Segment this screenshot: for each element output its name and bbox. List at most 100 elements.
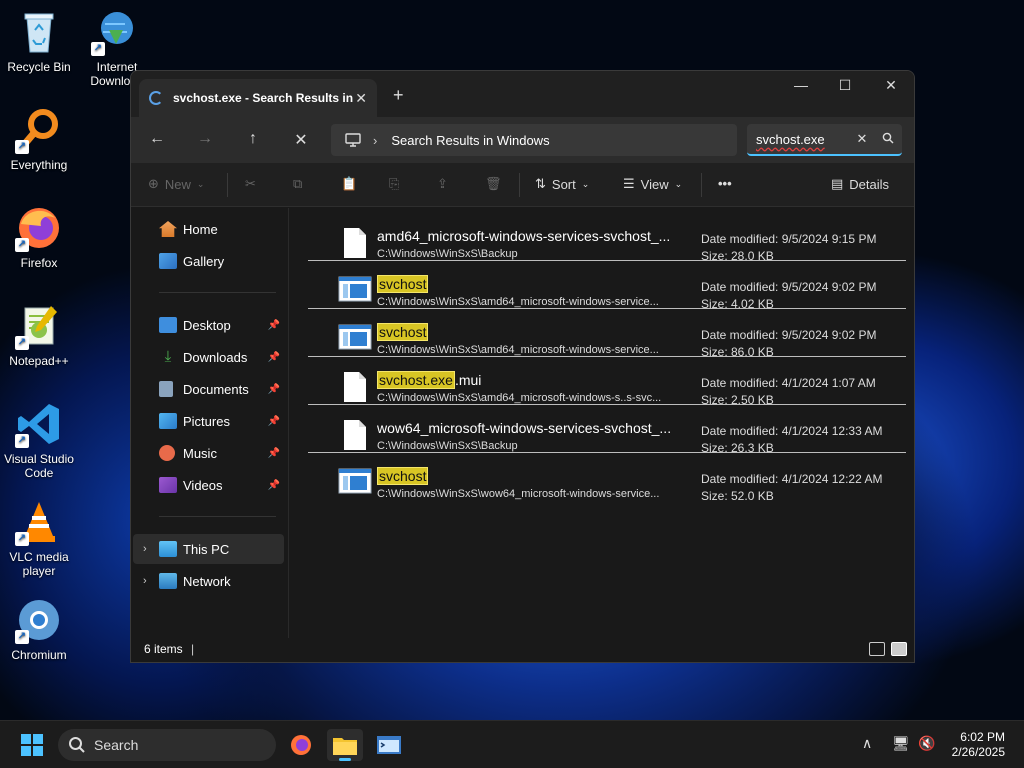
chevron-right-icon[interactable]: › [143, 543, 159, 555]
sidebar-item-network[interactable]: › Network [133, 566, 284, 596]
cut-button[interactable]: ✂ [245, 176, 256, 192]
desktop-icon-recycle-bin[interactable]: Recycle Bin [0, 8, 78, 74]
sidebar-item-downloads[interactable]: ⤓ Downloads 📌 [133, 342, 284, 372]
show-hidden-icons-button[interactable]: ∧ [862, 735, 872, 752]
forward-button[interactable]: → [193, 130, 217, 148]
tiles-view-icon[interactable] [891, 642, 907, 656]
result-name: svchost.exe .mui [377, 371, 482, 389]
search-icon[interactable] [874, 132, 902, 147]
everything-search-icon: ↗ [15, 106, 63, 154]
search-results-list: amd64_microsoft-windows-services-svchost… [290, 208, 914, 638]
view-button[interactable]: ☰ View ⌄ [623, 176, 682, 192]
sidebar-item-home[interactable]: Home [133, 214, 284, 244]
network-status-icon[interactable]: 🖥 [892, 735, 910, 752]
clear-search-icon[interactable]: ✕ [850, 131, 874, 147]
desktop-icon-chromium[interactable]: ↗ Chromium [0, 596, 78, 662]
result-date-modified: Date modified: 4/1/2024 1:07 AM [701, 376, 876, 390]
system-clock[interactable]: 6:02 PM 2/26/2025 [952, 730, 1005, 760]
chevron-down-icon: ⌄ [674, 178, 683, 189]
shortcut-arrow-icon: ↗ [15, 434, 29, 448]
result-name-suffix: .mui [454, 372, 482, 388]
executable-file-icon [338, 276, 372, 306]
start-button[interactable] [14, 729, 50, 761]
details-label: Details [849, 176, 890, 192]
firefox-icon: ↗ [15, 204, 63, 252]
pin-icon[interactable]: 📌 [268, 416, 280, 427]
gallery-icon [159, 253, 177, 269]
taskbar-search[interactable]: Search [58, 729, 276, 761]
search-input[interactable]: svchost.exe ✕ [747, 124, 902, 156]
sidebar-item-music[interactable]: Music 📌 [133, 438, 284, 468]
rename-button[interactable]: ⎘ [389, 176, 399, 192]
desktop-icon-vlc[interactable]: ↗ VLC media player [0, 498, 78, 578]
videos-icon [159, 477, 177, 493]
details-view-icon[interactable] [869, 642, 885, 656]
command-bar: ⊕ New ⌄ ✂ ⧉ 📋 ⎘ ⇪ 🗑 ⇅ Sort ⌄ ☰ View ⌄ ••… [131, 163, 914, 207]
new-button[interactable]: ⊕ New ⌄ [148, 176, 204, 192]
sidebar-item-label: Network [183, 573, 231, 589]
delete-button[interactable]: 🗑 [485, 176, 502, 192]
tab-close-icon[interactable]: ✕ [355, 90, 367, 107]
shortcut-arrow-icon: ↗ [15, 238, 29, 252]
sidebar-item-pictures[interactable]: Pictures 📌 [133, 406, 284, 436]
sidebar-item-label: Documents [183, 381, 249, 397]
result-name-text: amd64_microsoft-windows-services-svchost… [377, 228, 671, 244]
shortcut-arrow-icon: ↗ [15, 532, 29, 546]
vlc-icon: ↗ [15, 498, 63, 546]
taskbar-firefox[interactable] [283, 729, 319, 761]
pin-icon[interactable]: 📌 [268, 480, 280, 491]
desktop-icon-everything[interactable]: ↗ Everything [0, 106, 78, 172]
desktop-icon-label: Firefox [20, 256, 58, 270]
chevron-right-icon: › [373, 132, 378, 148]
search-value: svchost.exe [756, 131, 825, 147]
share-button[interactable]: ⇪ [437, 176, 448, 192]
result-row[interactable]: svchost C:\Windows\WinSxS\amd64_microsoft… [308, 312, 906, 360]
result-row[interactable]: svchost.exe .mui C:\Windows\WinSxS\amd64_m… [308, 360, 906, 408]
sidebar-item-desktop[interactable]: Desktop 📌 [133, 310, 284, 340]
back-button[interactable]: ← [145, 130, 169, 148]
pin-icon[interactable]: 📌 [268, 352, 280, 363]
maximize-button[interactable]: ☐ [825, 77, 865, 94]
sort-button[interactable]: ⇅ Sort ⌄ [535, 176, 589, 192]
details-pane-button[interactable]: ▤ Details [831, 176, 889, 192]
internet-download-manager-icon: ↗ [91, 8, 139, 56]
taskbar-file-explorer[interactable] [327, 729, 363, 761]
pin-icon[interactable]: 📌 [268, 320, 280, 331]
more-options-button[interactable]: ••• [718, 176, 732, 191]
explorer-tab[interactable]: svchost.exe - Search Results in ✕ [139, 79, 377, 117]
volume-muted-icon[interactable]: 🔇 [918, 735, 935, 752]
result-date-modified: Date modified: 4/1/2024 12:33 AM [701, 424, 883, 438]
new-tab-button[interactable]: + [393, 85, 404, 106]
sidebar-divider [159, 292, 276, 293]
view-list-icon: ☰ [623, 176, 635, 191]
tab-title: svchost.exe - Search Results in [173, 91, 354, 105]
result-row[interactable]: svchost C:\Windows\WinSxS\amd64_microsoft… [308, 264, 906, 312]
result-name: wow64_microsoft-windows-services-svchost… [377, 420, 671, 436]
sidebar-item-gallery[interactable]: Gallery [133, 246, 284, 276]
result-name-text: wow64_microsoft-windows-services-svchost… [377, 420, 672, 436]
close-window-button[interactable]: ✕ [871, 77, 911, 94]
desktop-icon-vscode[interactable]: ↗ Visual Studio Code [0, 400, 78, 480]
pin-icon[interactable]: 📌 [268, 448, 280, 459]
desktop-icon-firefox[interactable]: ↗ Firefox [0, 204, 78, 270]
result-row[interactable]: svchost C:\Windows\WinSxS\wow64_microsoft… [308, 456, 906, 504]
chevron-right-icon[interactable]: › [143, 575, 159, 587]
terminal-icon [377, 736, 401, 754]
taskbar-terminal[interactable] [371, 729, 407, 761]
paste-button[interactable]: 📋 [341, 176, 357, 192]
result-row[interactable]: amd64_microsoft-windows-services-svchost… [308, 216, 906, 264]
result-row[interactable]: wow64_microsoft-windows-services-svchost… [308, 408, 906, 456]
sidebar-item-this-pc[interactable]: › This PC [133, 534, 284, 564]
minimize-button[interactable]: — [781, 77, 821, 93]
result-path: C:\Windows\WinSxS\amd64_microsoft-window… [377, 296, 659, 308]
desktop-icon-notepad-plus-plus[interactable]: ↗ Notepad++ [0, 302, 78, 368]
copy-button[interactable]: ⧉ [293, 176, 302, 192]
sidebar-item-videos[interactable]: Videos 📌 [133, 470, 284, 500]
pin-icon[interactable]: 📌 [268, 384, 280, 395]
stop-button[interactable]: ✕ [289, 130, 313, 150]
clipboard-icon: 📋 [341, 176, 358, 191]
address-bar[interactable]: › Search Results in Windows [331, 124, 737, 156]
up-button[interactable]: ↑ [241, 130, 265, 148]
sidebar-item-documents[interactable]: Documents 📌 [133, 374, 284, 404]
clock-time: 6:02 PM [960, 730, 1005, 744]
